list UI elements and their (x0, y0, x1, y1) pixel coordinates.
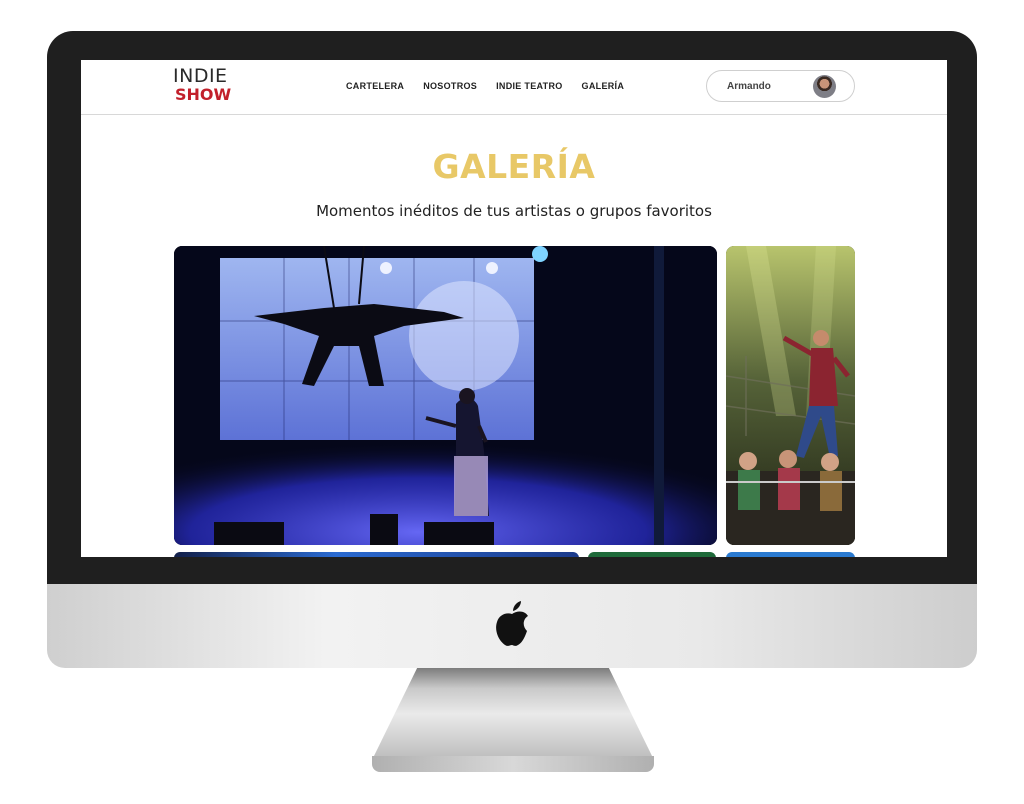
main-nav: CARTELERA NOSOTROS INDIE TEATRO GALERÍA (346, 81, 624, 91)
user-name: Armando (727, 81, 771, 92)
nav-item-galeria[interactable]: GALERÍA (582, 81, 625, 91)
page-subtitle: Momentos inéditos de tus artistas o grup… (316, 202, 712, 220)
page-title: GALERÍA (432, 147, 596, 186)
gallery-photo-row2-1[interactable] (174, 552, 579, 557)
site-logo[interactable]: INDIE SHOW (173, 67, 231, 103)
gallery-photo-row2-3[interactable] (726, 552, 855, 557)
aerial-performance-image (174, 246, 717, 545)
logo-text-show: SHOW (175, 85, 232, 104)
avatar[interactable] (813, 75, 836, 98)
nav-item-cartelera[interactable]: CARTELERA (346, 81, 404, 91)
nav-item-indie-teatro[interactable]: INDIE TEATRO (496, 81, 562, 91)
monitor-stand-foot (372, 756, 654, 772)
browser-viewport: INDIE SHOW CARTELERA NOSOTROS INDIE TEAT… (81, 60, 947, 557)
apple-icon (496, 601, 528, 646)
user-menu[interactable]: Armando (706, 70, 855, 102)
musical-performance-photo[interactable] (726, 246, 855, 545)
top-navigation-bar: INDIE SHOW CARTELERA NOSOTROS INDIE TEAT… (81, 60, 947, 115)
monitor-stand-neck (372, 668, 654, 760)
musical-performance-image (726, 246, 855, 545)
gallery-photo-row2-2[interactable] (588, 552, 716, 557)
aerial-performance-photo[interactable] (174, 246, 717, 545)
logo-text-indie: INDIE (173, 65, 228, 87)
nav-item-nosotros[interactable]: NOSOTROS (423, 81, 477, 91)
